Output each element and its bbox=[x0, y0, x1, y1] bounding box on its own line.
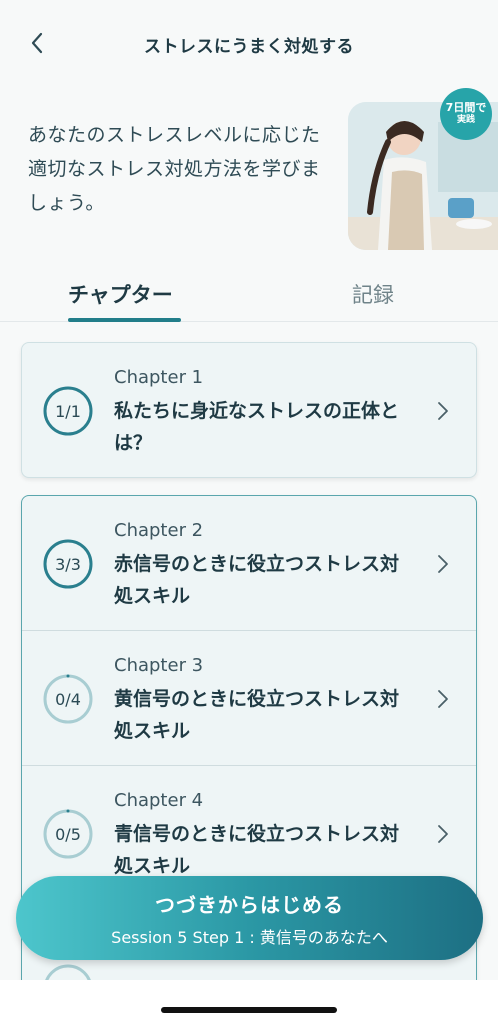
tab-chapter[interactable]: チャプター bbox=[68, 274, 173, 314]
home-indicator[interactable] bbox=[161, 1007, 337, 1013]
chapter-row[interactable]: 0/4 Chapter 3 黄信号のときに役立つストレス対処スキル bbox=[22, 631, 476, 766]
continue-button[interactable]: つづきからはじめる Session 5 Step 1 : 黄信号のあなたへ bbox=[16, 876, 483, 960]
chapter-row[interactable]: 3/3 Chapter 2 赤信号のときに役立つストレス対処スキル bbox=[22, 496, 476, 631]
chapter-card-1[interactable]: 1/1 Chapter 1 私たちに身近なストレスの正体とは？ bbox=[21, 342, 477, 478]
progress-label: 3/3 bbox=[55, 554, 81, 574]
chapter-number: Chapter 2 bbox=[114, 520, 204, 541]
chapter-number: Chapter 4 bbox=[114, 790, 204, 811]
chevron-right-icon bbox=[438, 690, 448, 708]
chevron-right-icon bbox=[438, 825, 448, 843]
page-title: ストレスにうまく対処する bbox=[144, 36, 354, 57]
active-tab-indicator bbox=[68, 318, 181, 322]
chevron-left-icon bbox=[31, 32, 43, 54]
chapter-title: 青信号のときに役立つストレス対処スキル bbox=[114, 823, 400, 877]
chapter-row[interactable]: 1/1 Chapter 1 私たちに身近なストレスの正体とは？ bbox=[22, 343, 476, 478]
tab-record[interactable]: 記録 bbox=[352, 274, 394, 314]
bottom-safe-area bbox=[0, 980, 498, 1024]
chapter-number: Chapter 1 bbox=[114, 367, 204, 388]
continue-button-subtitle: Session 5 Step 1 : 黄信号のあなたへ bbox=[111, 927, 388, 947]
continue-button-title: つづきからはじめる bbox=[155, 892, 344, 917]
back-button[interactable] bbox=[22, 28, 52, 58]
chapter-title: 黄信号のときに役立つストレス対処スキル bbox=[114, 688, 400, 742]
progress-label: 1/1 bbox=[55, 401, 81, 421]
badge-line1: 7日間で bbox=[445, 101, 487, 114]
chevron-right-icon bbox=[438, 555, 448, 573]
chapter-title: 赤信号のときに役立つストレス対処スキル bbox=[114, 553, 400, 607]
badge-line2: 実践 bbox=[456, 115, 475, 125]
header: ストレスにうまく対処する bbox=[0, 0, 498, 88]
progress-label: 0/5 bbox=[55, 824, 81, 844]
practice-badge: 7日間で 実践 bbox=[440, 88, 492, 140]
intro-text: あなたのストレスレベルに応じた適切なストレス対処方法を学びましょう。 bbox=[28, 124, 321, 214]
tab-bar: チャプター 記録 bbox=[0, 264, 498, 322]
chapter-title: 私たちに身近なストレスの正体とは？ bbox=[114, 400, 400, 454]
chapter-number: Chapter 3 bbox=[114, 655, 204, 676]
progress-label: 0/4 bbox=[55, 689, 81, 709]
chevron-right-icon bbox=[438, 402, 448, 420]
